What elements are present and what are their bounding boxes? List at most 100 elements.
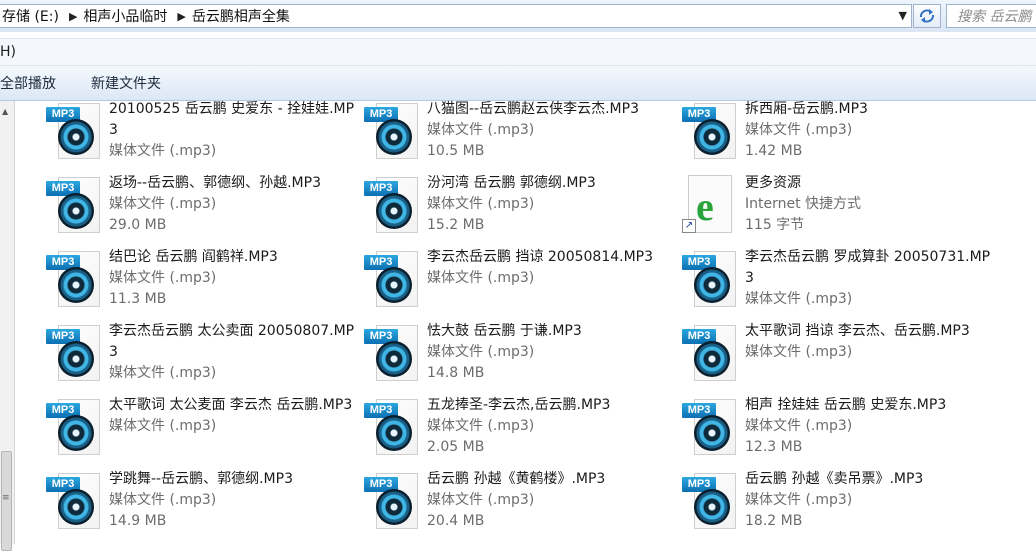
file-item[interactable]: MP3 学跳舞--岳云鹏、郭德纲.MP3 媒体文件 (.mp3) 14.9 MB <box>46 471 364 545</box>
breadcrumb-arrow-icon[interactable]: ▶ <box>65 10 81 23</box>
file-type: 媒体文件 (.mp3) <box>427 196 535 212</box>
speaker-disc-icon <box>376 267 412 303</box>
file-item[interactable]: MP3 岳云鹏 孙越《黄鹤楼》.MP3 媒体文件 (.mp3) 20.4 MB <box>364 471 682 545</box>
file-item[interactable]: MP3 李云杰岳云鹏 太公卖面 20050807.MP3 媒体文件 (.mp3) <box>46 323 364 397</box>
file-name: 怯大鼓 岳云鹏 于谦.MP3 <box>427 323 582 339</box>
file-type: 媒体文件 (.mp3) <box>427 270 535 286</box>
speaker-disc-icon <box>376 415 412 451</box>
file-name: 五龙捧圣-李云杰,岳云鹏.MP3 <box>427 397 611 413</box>
file-size: 1.42 MB <box>745 143 803 159</box>
speaker-disc-icon <box>58 119 94 155</box>
mp3-icon: MP3 <box>364 175 422 233</box>
file-size: 15.2 MB <box>427 217 485 233</box>
file-type: Internet 快捷方式 <box>745 196 862 212</box>
file-name: 学跳舞--岳云鹏、郭德纲.MP3 <box>109 471 293 487</box>
file-item[interactable]: MP3 返场--岳云鹏、郭德纲、孙越.MP3 媒体文件 (.mp3) 29.0 MB <box>46 175 364 249</box>
file-type: 媒体文件 (.mp3) <box>109 196 217 212</box>
file-text: 李云杰岳云鹏 罗成算卦 20050731.MP3 媒体文件 (.mp3) <box>745 247 995 310</box>
play-all-button[interactable]: 全部播放 <box>0 73 73 93</box>
file-item[interactable]: MP3 相声 拴娃娃 岳云鹏 史爱东.MP3 媒体文件 (.mp3) 12.3 MB <box>682 397 1000 471</box>
file-item[interactable]: MP3 李云杰岳云鹏 罗成算卦 20050731.MP3 媒体文件 (.mp3) <box>682 249 1000 323</box>
refresh-button[interactable] <box>913 4 941 28</box>
file-item[interactable]: MP3 五龙捧圣-李云杰,岳云鹏.MP3 媒体文件 (.mp3) 2.05 MB <box>364 397 682 471</box>
mp3-icon: MP3 <box>682 249 740 307</box>
file-item[interactable]: MP3 八猫图--岳云鹏赵云侠李云杰.MP3 媒体文件 (.mp3) 10.5 MB <box>364 101 682 175</box>
speaker-disc-icon <box>694 489 730 525</box>
mp3-icon: MP3 <box>46 101 104 159</box>
speaker-disc-icon <box>376 341 412 377</box>
file-text: 太平歌词 挡谅 李云杰、岳云鹏.MP3 媒体文件 (.mp3) <box>745 321 995 363</box>
mp3-icon: MP3 <box>46 323 104 381</box>
file-size: 29.0 MB <box>109 217 167 233</box>
file-name: 拆西厢-岳云鹏.MP3 <box>745 101 868 117</box>
address-dropdown-icon[interactable]: ▼ <box>899 9 907 22</box>
file-type: 媒体文件 (.mp3) <box>109 143 217 159</box>
file-text: 学跳舞--岳云鹏、郭德纲.MP3 媒体文件 (.mp3) 14.9 MB <box>109 469 359 532</box>
file-text: 岳云鹏 孙越《卖吊票》.MP3 媒体文件 (.mp3) 18.2 MB <box>745 469 995 532</box>
file-item[interactable]: MP3 岳云鹏 孙越《卖吊票》.MP3 媒体文件 (.mp3) 18.2 MB <box>682 471 1000 545</box>
breadcrumb-arrow-icon[interactable]: ▶ <box>173 10 189 23</box>
file-item[interactable]: MP3 怯大鼓 岳云鹏 于谦.MP3 媒体文件 (.mp3) 14.8 MB <box>364 323 682 397</box>
file-text: 李云杰岳云鹏 太公卖面 20050807.MP3 媒体文件 (.mp3) <box>109 321 359 384</box>
file-item[interactable]: e ↗ 更多资源 Internet 快捷方式 115 字节 <box>682 175 1000 249</box>
speaker-disc-icon <box>58 267 94 303</box>
breadcrumb-folder-parent[interactable]: 相声小品临时 <box>81 6 173 26</box>
speaker-disc-icon <box>694 415 730 451</box>
mp3-icon: MP3 <box>46 249 104 307</box>
breadcrumb-drive[interactable]: 存储 (E:) <box>0 6 65 26</box>
speaker-disc-icon <box>58 341 94 377</box>
mp3-icon: MP3 <box>46 175 104 233</box>
mp3-icon: MP3 <box>364 249 422 307</box>
file-item[interactable]: MP3 太平歌词 太公麦面 李云杰 岳云鹏.MP3 媒体文件 (.mp3) <box>46 397 364 471</box>
file-name: 返场--岳云鹏、郭德纲、孙越.MP3 <box>109 175 321 191</box>
file-item[interactable]: MP3 结巴论 岳云鹏 阎鹤祥.MP3 媒体文件 (.mp3) 11.3 MB <box>46 249 364 323</box>
mp3-icon: MP3 <box>364 101 422 159</box>
speaker-disc-icon <box>376 489 412 525</box>
file-type: 媒体文件 (.mp3) <box>745 418 853 434</box>
new-folder-button[interactable]: 新建文件夹 <box>73 73 178 93</box>
file-name: 结巴论 岳云鹏 阎鹤祥.MP3 <box>109 249 278 265</box>
speaker-disc-icon <box>58 415 94 451</box>
command-bar: 全部播放 新建文件夹 <box>0 66 1036 101</box>
refresh-icon <box>920 9 934 23</box>
file-name: 更多资源 <box>745 175 801 191</box>
breadcrumb-folder-current[interactable]: 岳云鹏相声全集 <box>190 6 296 26</box>
file-text: 八猫图--岳云鹏赵云侠李云杰.MP3 媒体文件 (.mp3) 10.5 MB <box>427 99 677 162</box>
menu-item-help[interactable]: H) <box>0 44 16 60</box>
file-size: 14.8 MB <box>427 365 485 381</box>
mp3-icon: MP3 <box>46 397 104 455</box>
speaker-disc-icon <box>58 193 94 229</box>
file-size: 2.05 MB <box>427 439 485 455</box>
file-text: 太平歌词 太公麦面 李云杰 岳云鹏.MP3 媒体文件 (.mp3) <box>109 395 359 437</box>
file-type: 媒体文件 (.mp3) <box>109 418 217 434</box>
file-item[interactable]: MP3 拆西厢-岳云鹏.MP3 媒体文件 (.mp3) 1.42 MB <box>682 101 1000 175</box>
search-input[interactable]: 搜索 岳云鹏 <box>946 4 1036 28</box>
file-text: 岳云鹏 孙越《黄鹤楼》.MP3 媒体文件 (.mp3) 20.4 MB <box>427 469 677 532</box>
mp3-icon: MP3 <box>364 323 422 381</box>
internet-explorer-icon: e <box>696 184 714 229</box>
file-size: 14.9 MB <box>109 513 167 529</box>
file-name: 相声 拴娃娃 岳云鹏 史爱东.MP3 <box>745 397 947 413</box>
file-item[interactable]: MP3 20100525 岳云鹏 史爱东 - 拴娃娃.MP3 媒体文件 (.mp3) <box>46 101 364 175</box>
file-size: 11.3 MB <box>109 291 167 307</box>
mp3-icon: MP3 <box>364 397 422 455</box>
speaker-disc-icon <box>376 193 412 229</box>
file-item[interactable]: MP3 李云杰岳云鹏 挡谅 20050814.MP3 媒体文件 (.mp3) <box>364 249 682 323</box>
file-text: 李云杰岳云鹏 挡谅 20050814.MP3 媒体文件 (.mp3) <box>427 247 677 289</box>
file-text: 20100525 岳云鹏 史爱东 - 拴娃娃.MP3 媒体文件 (.mp3) <box>109 99 359 162</box>
file-name: 八猫图--岳云鹏赵云侠李云杰.MP3 <box>427 101 639 117</box>
file-item[interactable]: MP3 太平歌词 挡谅 李云杰、岳云鹏.MP3 媒体文件 (.mp3) <box>682 323 1000 397</box>
file-text: 汾河湾 岳云鹏 郭德纲.MP3 媒体文件 (.mp3) 15.2 MB <box>427 173 677 236</box>
file-text: 相声 拴娃娃 岳云鹏 史爱东.MP3 媒体文件 (.mp3) 12.3 MB <box>745 395 995 458</box>
file-type: 媒体文件 (.mp3) <box>745 492 853 508</box>
file-item[interactable]: MP3 汾河湾 岳云鹏 郭德纲.MP3 媒体文件 (.mp3) 15.2 MB <box>364 175 682 249</box>
address-bar: 存储 (E:) ▶ 相声小品临时 ▶ 岳云鹏相声全集 ▼ 搜索 岳云鹏 <box>0 0 1036 32</box>
file-type: 媒体文件 (.mp3) <box>109 270 217 286</box>
mp3-icon: MP3 <box>46 471 104 529</box>
breadcrumb[interactable]: 存储 (E:) ▶ 相声小品临时 ▶ 岳云鹏相声全集 ▼ <box>0 4 912 28</box>
file-type: 媒体文件 (.mp3) <box>427 344 535 360</box>
mp3-icon: MP3 <box>364 471 422 529</box>
file-name: 汾河湾 岳云鹏 郭德纲.MP3 <box>427 175 596 191</box>
file-text: 返场--岳云鹏、郭德纲、孙越.MP3 媒体文件 (.mp3) 29.0 MB <box>109 173 359 236</box>
file-name: 岳云鹏 孙越《卖吊票》.MP3 <box>745 471 924 487</box>
